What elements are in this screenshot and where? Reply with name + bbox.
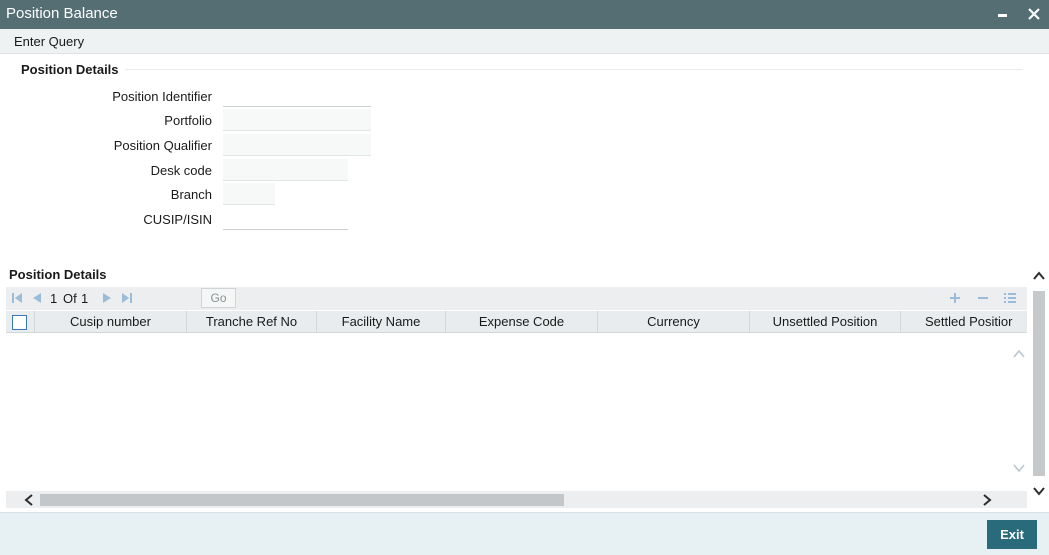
last-page-icon[interactable] [121, 292, 133, 304]
page-number-input[interactable] [140, 290, 195, 307]
branch-label: Branch [170, 187, 212, 202]
position-identifier-input[interactable] [223, 85, 371, 107]
portfolio-label: Portfolio [164, 113, 212, 128]
select-all-checkbox[interactable] [12, 315, 27, 330]
exit-button[interactable]: Exit [987, 520, 1037, 549]
menu-bar: Enter Query [0, 29, 1049, 54]
grid-header-row: Cusip number Tranche Ref No Facility Nam… [6, 311, 1027, 333]
enter-query-menu-item[interactable]: Enter Query [14, 34, 84, 49]
grid-toolbar: 1 Of 1 Go [6, 287, 1027, 310]
scroll-left-icon[interactable] [23, 493, 35, 510]
grid-vertical-scrollbar[interactable] [1010, 333, 1027, 479]
next-page-icon[interactable] [101, 292, 113, 304]
vertical-scroll-thumb[interactable] [1033, 291, 1045, 476]
scroll-up-icon[interactable] [1032, 269, 1046, 286]
column-header-expense-code[interactable]: Expense Code [446, 311, 598, 332]
scroll-down-icon[interactable] [1032, 484, 1046, 501]
column-header-tranche-ref-no[interactable]: Tranche Ref No [187, 311, 317, 332]
add-row-icon[interactable] [948, 291, 962, 305]
footer-bar: Exit [0, 512, 1049, 555]
column-header-cusip-number[interactable]: Cusip number [35, 311, 187, 332]
grid-body [6, 333, 1027, 491]
delete-row-icon[interactable] [976, 291, 990, 305]
grid-horizontal-scrollbar[interactable] [6, 491, 1027, 508]
list-view-icon[interactable] [1003, 291, 1017, 305]
page-vertical-scrollbar[interactable] [1031, 263, 1047, 503]
section-divider [125, 69, 1023, 70]
go-button[interactable]: Go [201, 288, 236, 308]
minimize-icon[interactable] [993, 4, 1013, 24]
cusip-isin-input[interactable] [223, 208, 348, 230]
grid-section-heading: Position Details [9, 267, 107, 282]
page-of-label: Of [63, 291, 77, 306]
position-qualifier-label: Position Qualifier [113, 138, 212, 153]
cusip-isin-label: CUSIP/ISIN [143, 212, 212, 227]
desk-code-label: Desk code [150, 163, 212, 178]
close-icon[interactable] [1024, 4, 1044, 24]
position-details-grid: 1 Of 1 Go Cusip number Tranche Ref No Fa… [6, 287, 1027, 509]
column-header-settled-position[interactable]: Settled Positior [901, 311, 1027, 332]
select-all-cell [6, 311, 35, 332]
window-title: Position Balance [6, 5, 118, 22]
portfolio-input[interactable] [223, 109, 371, 131]
horizontal-scroll-thumb[interactable] [40, 494, 564, 506]
branch-input[interactable] [223, 183, 275, 205]
position-details-heading: Position Details [21, 62, 119, 77]
first-page-icon[interactable] [11, 292, 23, 304]
column-header-facility-name[interactable]: Facility Name [317, 311, 446, 332]
column-header-unsettled-position[interactable]: Unsettled Position [750, 311, 901, 332]
column-header-currency[interactable]: Currency [598, 311, 750, 332]
scroll-right-icon[interactable] [981, 493, 993, 510]
window-titlebar: Position Balance [0, 0, 1049, 29]
desk-code-input[interactable] [223, 159, 348, 181]
total-pages: 1 [81, 291, 89, 306]
position-identifier-label: Position Identifier [112, 89, 212, 104]
position-qualifier-input[interactable] [223, 134, 371, 156]
current-page: 1 [50, 291, 58, 306]
previous-page-icon[interactable] [31, 292, 43, 304]
